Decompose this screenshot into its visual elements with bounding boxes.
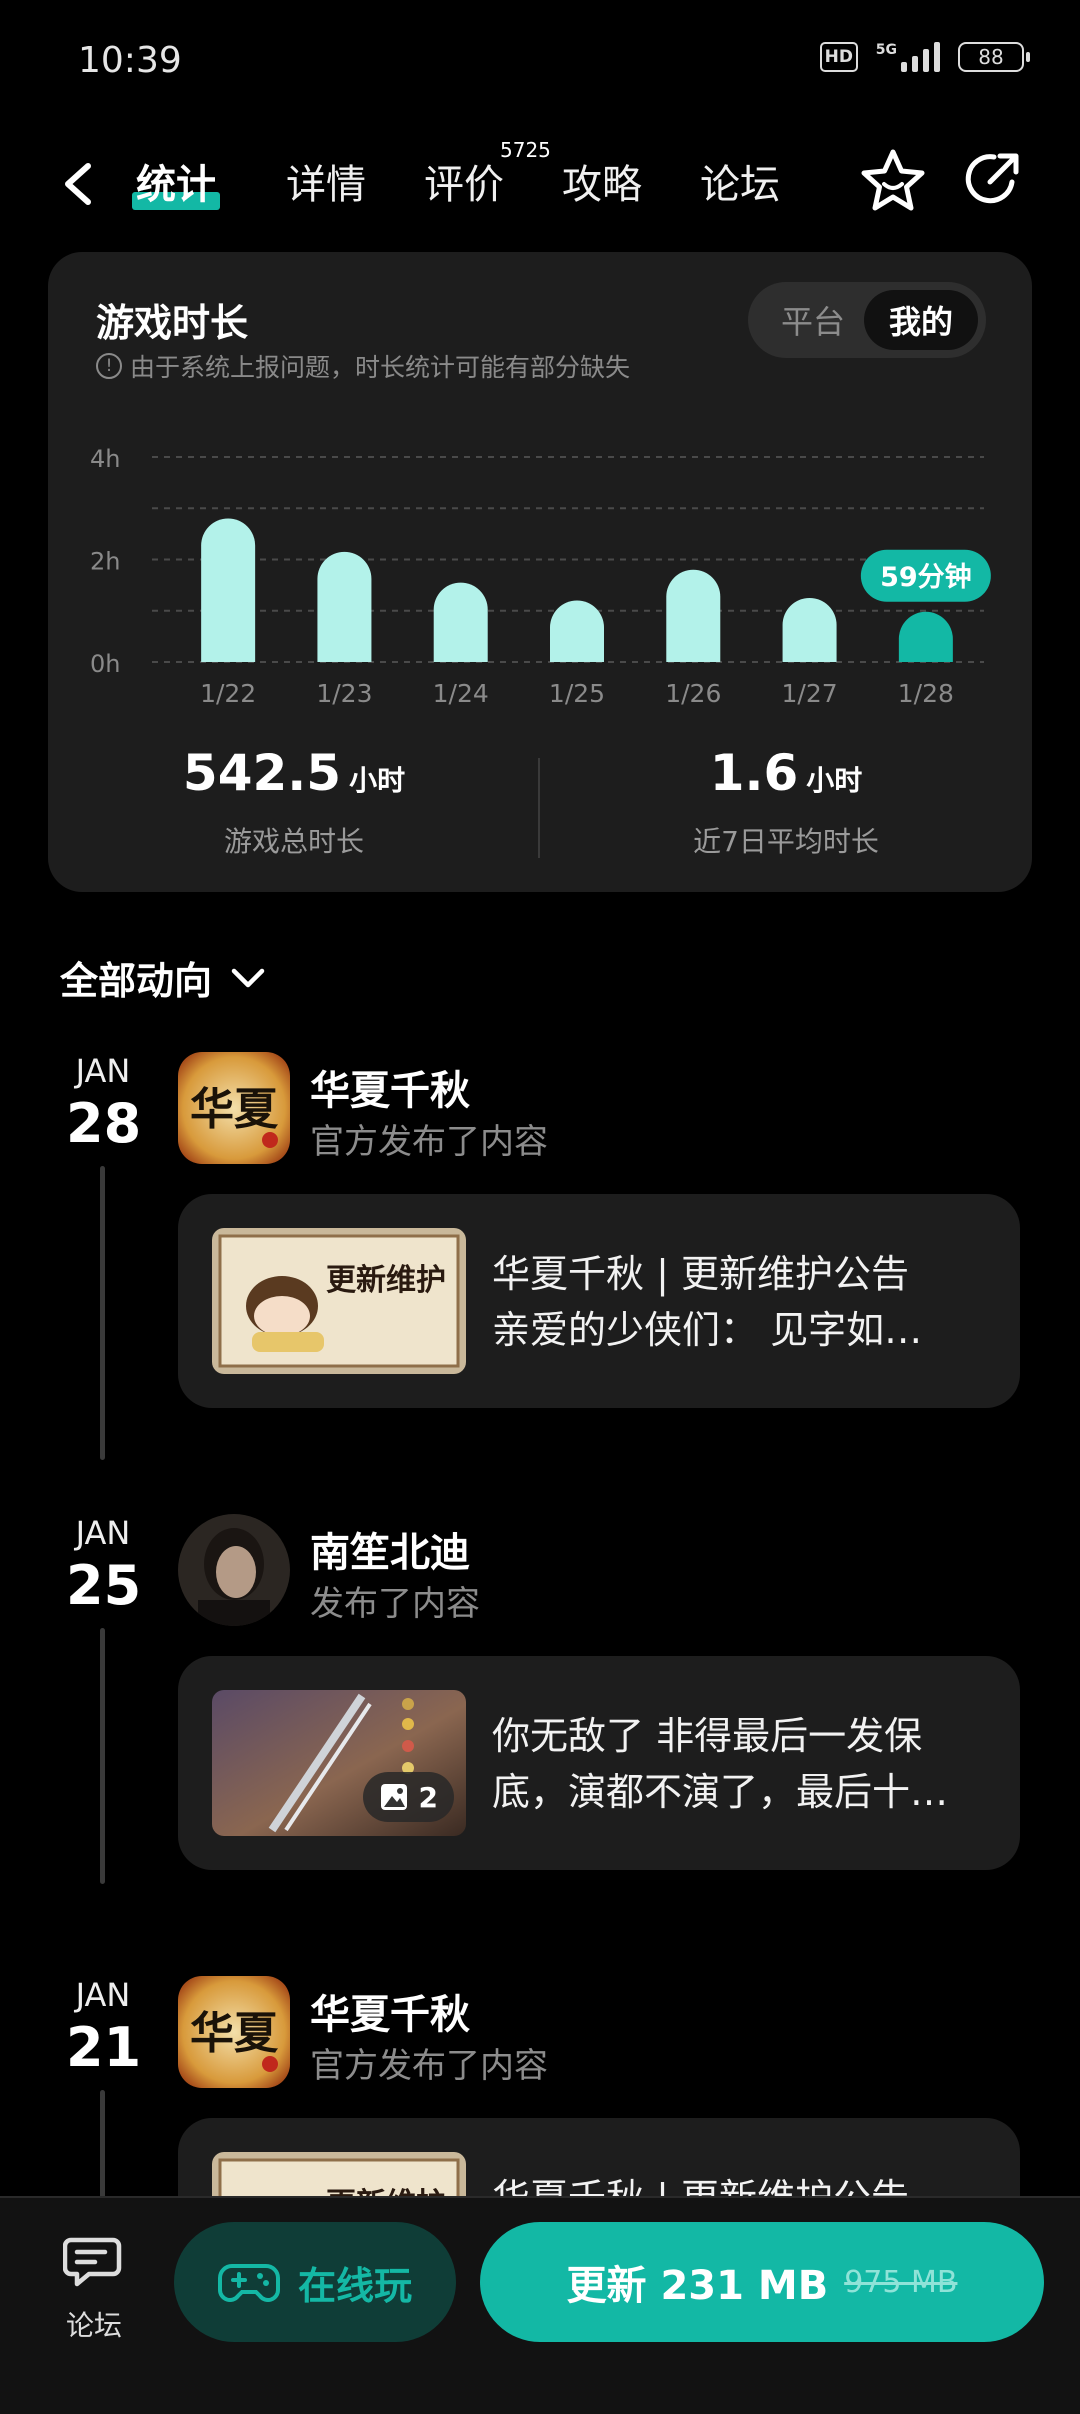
forum-label: 论坛 — [65, 2309, 122, 2342]
svg-text:华夏: 华夏 — [190, 1084, 279, 1135]
post-line-2: 底，演都不演了，最后十… — [492, 1770, 949, 1814]
x-tick-label: 1/28 — [898, 679, 954, 708]
user-photo — [178, 1514, 290, 1626]
post-text: 华夏千秋 | 更新维护公告 亲爱的少侠们： 见字如… — [492, 1246, 992, 1358]
author-name[interactable]: 南笙北迪 — [310, 1520, 470, 1578]
share-button[interactable] — [960, 146, 1026, 216]
network-type: 5G — [875, 42, 897, 58]
author-action: 官方发布了内容 — [310, 1122, 548, 1162]
x-tick-label: 1/24 — [433, 679, 489, 708]
forum-button[interactable]: 论坛 — [50, 2234, 138, 2344]
tab-details[interactable]: 详情 — [286, 152, 366, 210]
author-action: 官方发布了内容 — [310, 2046, 548, 2086]
date-day: 25 — [66, 1554, 142, 1617]
tab-reviews[interactable]: 评价 — [424, 152, 504, 210]
hd-badge: HD — [819, 42, 858, 72]
post-thumbnail: 更新维护 — [212, 1228, 466, 1374]
tab-guides[interactable]: 攻略 — [562, 152, 642, 210]
game-logo-icon: 华夏 — [178, 1052, 290, 1164]
post-text: 你无敌了 非得最后一发保 底，演都不演了，最后十… — [492, 1708, 992, 1820]
post-line-1: 华夏千秋 | 更新维护公告 — [492, 1252, 909, 1296]
playtime-card: 游戏时长 ! 由于系统上报问题，时长统计可能有部分缺失 平台 我的 0h 2h 4h… — [48, 252, 1032, 892]
post-card[interactable]: 2 你无敌了 非得最后一发保 底，演都不演了，最后十… — [178, 1656, 1020, 1870]
cellular-signal-icon: 5G — [876, 42, 940, 72]
author-name[interactable]: 华夏千秋 — [310, 1058, 470, 1116]
activity-filter[interactable]: 全部动向 — [60, 950, 266, 1005]
post-thumbnail: 2 — [212, 1690, 466, 1836]
bottom-action-bar: 论坛 在线玩 更新 231 MB 975 MB — [0, 2196, 1080, 2414]
x-tick-label: 1/27 — [782, 679, 838, 708]
favorite-button[interactable] — [858, 146, 928, 220]
update-label: 更新 231 MB — [566, 2263, 829, 2309]
bar-1/25 — [550, 600, 604, 662]
bar-1/27 — [782, 597, 837, 662]
battery-icon: 88 — [958, 42, 1030, 72]
tab-forum[interactable]: 论坛 — [700, 152, 780, 210]
top-nav: 统计 详情 评价 5725 攻略 论坛 — [0, 138, 1080, 220]
avg-value: 1.6 — [709, 744, 799, 802]
x-tick-label: 1/25 — [549, 679, 605, 708]
review-count: 5725 — [500, 138, 551, 162]
timeline-line — [100, 1166, 105, 1460]
y-tick-label: 4h — [90, 445, 120, 473]
x-tick-label: 1/22 — [200, 679, 256, 708]
back-button[interactable] — [56, 156, 100, 216]
value-bubble-label: 59分钟 — [880, 562, 972, 593]
total-unit: 小时 — [349, 764, 406, 797]
image-icon — [380, 1784, 407, 1810]
author-name[interactable]: 华夏千秋 — [310, 1982, 470, 2040]
chevron-down-icon — [231, 968, 265, 987]
bar-1/23 — [317, 551, 372, 662]
share-icon — [965, 153, 1019, 204]
date-month: JAN — [75, 1052, 131, 1090]
avg-label: 近7日平均时长 — [693, 825, 879, 858]
date-day: 28 — [66, 1092, 142, 1155]
date-month: JAN — [75, 1514, 131, 1552]
avg-unit: 小时 — [806, 764, 863, 797]
tab-stats[interactable]: 统计 — [132, 152, 220, 210]
forum-icon — [62, 2237, 122, 2287]
y-tick-label: 0h — [90, 650, 120, 678]
maintenance-image: 更新维护 — [212, 1228, 466, 1374]
image-count: 2 — [418, 1780, 438, 1814]
post-line-2: 亲爱的少侠们： 见字如… — [492, 1308, 923, 1352]
game-avatar[interactable]: 华夏 — [178, 1052, 290, 1164]
y-tick-label: 2h — [90, 548, 120, 576]
total-value: 542.5 — [182, 744, 342, 802]
cloud-play-button[interactable]: 在线玩 — [174, 2222, 456, 2342]
user-avatar[interactable] — [178, 1514, 290, 1626]
activity-filter-label: 全部动向 — [60, 959, 213, 1003]
total-label: 游戏总时长 — [223, 825, 364, 858]
game-avatar[interactable]: 华夏 — [178, 1976, 290, 2088]
battery-level: 88 — [978, 45, 1004, 69]
post-card[interactable]: 更新维护 华夏千秋 | 更新维护公告 亲爱的少侠们： 见字如… — [178, 1194, 1020, 1408]
playtime-chart: 0h 2h 4h 1/22 1/23 1/24 1/25 1/26 1/27 1/28 59分钟 — [90, 445, 991, 708]
svg-text:更新维护: 更新维护 — [326, 1263, 446, 1298]
bar-1/22 — [201, 518, 256, 662]
bar-1/24 — [433, 582, 488, 662]
timeline-line — [100, 1628, 105, 1884]
old-size: 975 MB — [844, 2264, 958, 2300]
game-logo-icon: 华夏 — [178, 1976, 290, 2088]
date-day: 21 — [66, 2016, 142, 2079]
image-count-badge: 2 — [362, 1772, 454, 1822]
update-button[interactable]: 更新 231 MB 975 MB — [480, 2222, 1044, 2342]
bar-1/28 — [898, 611, 953, 662]
avg-playtime: 1.6 小时 近7日平均时长 — [540, 744, 1032, 860]
back-arrow-icon — [65, 163, 91, 205]
x-tick-label: 1/26 — [665, 679, 721, 708]
cloud-play-label: 在线玩 — [297, 2263, 412, 2308]
gamepad-icon — [217, 2264, 280, 2302]
timeline-line — [100, 2090, 105, 2210]
svg-text:华夏: 华夏 — [190, 2008, 279, 2059]
status-time: 10:39 — [78, 40, 182, 81]
bar-1/26 — [666, 569, 721, 662]
post-line-1: 你无敌了 非得最后一发保 — [492, 1714, 923, 1758]
date-month: JAN — [75, 1976, 131, 2014]
author-action: 发布了内容 — [310, 1584, 480, 1624]
x-tick-label: 1/23 — [316, 679, 372, 708]
total-playtime: 542.5 小时 游戏总时长 — [48, 744, 540, 860]
status-icons: HD 5G 88 — [819, 42, 1030, 72]
star-icon — [861, 149, 925, 211]
